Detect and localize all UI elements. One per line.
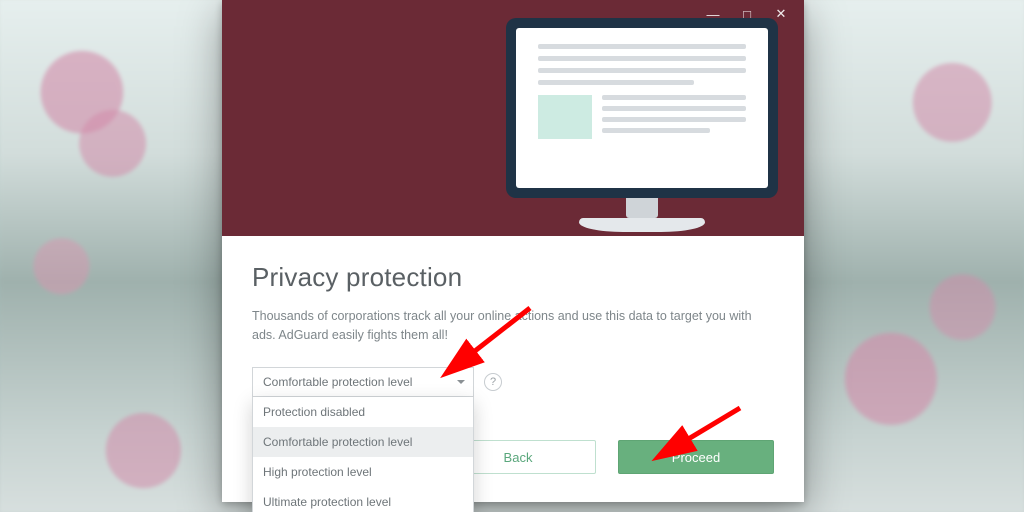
installer-window: — □ ✕ Privacy prote [222,0,804,502]
protection-level-dropdown: Protection disabled Comfortable protecti… [252,397,474,512]
dropdown-option-disabled[interactable]: Protection disabled [253,397,473,427]
dropdown-option-high[interactable]: High protection level [253,457,473,487]
hero-banner [222,28,804,236]
proceed-button[interactable]: Proceed [618,440,774,474]
chevron-down-icon [457,380,465,384]
back-button-label: Back [504,450,533,465]
help-icon: ? [490,376,496,388]
protection-level-current: Comfortable protection level [263,375,412,389]
dropdown-option-ultimate[interactable]: Ultimate protection level [253,487,473,512]
page-title: Privacy protection [252,262,774,293]
content-area: Privacy protection Thousands of corporat… [222,236,804,417]
page-description: Thousands of corporations track all your… [252,307,772,345]
proceed-button-label: Proceed [672,450,720,465]
help-button[interactable]: ? [484,373,502,391]
protection-level-select[interactable]: Comfortable protection level [252,367,474,397]
monitor-illustration [506,18,778,248]
dropdown-option-comfortable[interactable]: Comfortable protection level [253,427,473,457]
